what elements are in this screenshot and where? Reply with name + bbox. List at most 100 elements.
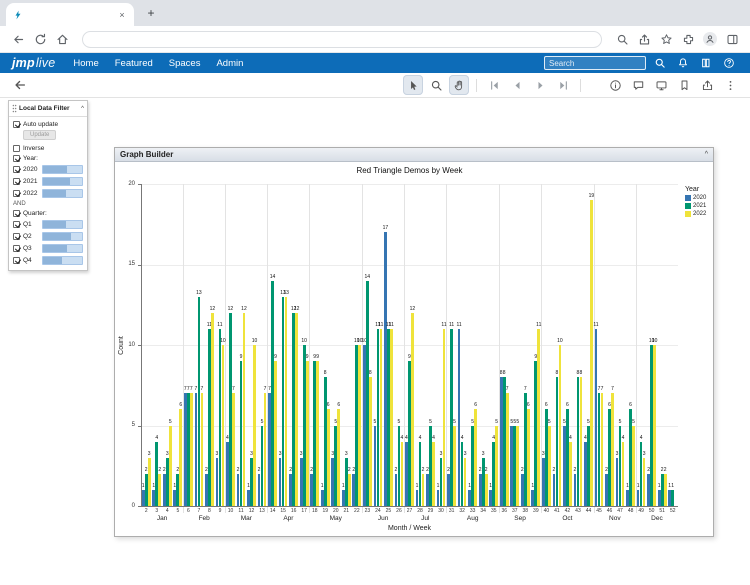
bar[interactable] [316,361,319,506]
hand-tool-button[interactable] [449,75,469,95]
bar[interactable] [485,474,488,506]
nav-item-featured[interactable]: Featured [115,58,153,69]
checkbox[interactable] [13,190,20,197]
collapse-panel-icon[interactable]: ^ [705,151,708,158]
bar[interactable] [622,442,625,506]
library-button[interactable] [697,55,715,71]
filter-item-q4[interactable]: Q4 [9,254,87,266]
bar[interactable] [295,313,298,506]
info-button[interactable] [605,75,625,95]
filter-item-2021[interactable]: 2021 [9,175,87,187]
bar[interactable] [580,377,583,506]
more-options-button[interactable] [720,75,740,95]
new-tab-button[interactable]: + [144,7,158,21]
collapse-filter-icon[interactable]: ^ [81,106,84,112]
bar[interactable] [653,345,656,506]
inverse-checkbox[interactable] [13,145,20,152]
checkbox[interactable] [13,221,20,228]
bar[interactable] [211,313,214,506]
bar[interactable] [495,426,498,507]
nav-item-home[interactable]: Home [73,58,98,69]
filter-count-bar[interactable] [42,256,83,265]
bar[interactable] [169,426,172,507]
bar[interactable] [327,409,330,506]
filter-count-bar[interactable] [42,165,83,174]
present-button[interactable] [651,75,671,95]
bar[interactable] [264,393,267,506]
comments-button[interactable] [628,75,648,95]
bar[interactable] [671,490,674,506]
bar[interactable] [179,409,182,506]
tab-close-icon[interactable]: × [117,10,127,20]
side-panel-button[interactable] [722,29,742,49]
nav-item-admin[interactable]: Admin [216,58,243,69]
bar[interactable] [632,426,635,507]
checkbox[interactable] [13,233,20,240]
auto-update-checkbox[interactable] [13,121,20,128]
bar[interactable] [401,442,404,506]
share-report-button[interactable] [697,75,717,95]
graph-builder-header[interactable]: Graph Builder ^ [115,148,713,162]
first-page-button[interactable] [484,75,504,95]
bar[interactable] [232,393,235,506]
bar[interactable] [548,426,551,507]
bar[interactable] [664,474,667,506]
notifications-button[interactable] [674,55,692,71]
filter-item-2020[interactable]: 2020 [9,163,87,175]
search-button[interactable] [651,55,669,71]
filter-item-q1[interactable]: Q1 [9,218,87,230]
bar[interactable] [506,393,509,506]
bar[interactable] [559,345,562,506]
checkbox[interactable] [13,178,20,185]
extensions-button[interactable] [678,29,698,49]
filter-item-2022[interactable]: 2022 [9,187,87,199]
bar[interactable] [569,442,572,506]
bar[interactable] [443,329,446,506]
bar[interactable] [474,409,477,506]
bar[interactable] [253,345,256,506]
legend-item[interactable]: 2021 [685,203,706,209]
checkbox[interactable] [13,257,20,264]
next-button[interactable] [530,75,550,95]
address-bar[interactable] [82,31,602,48]
bar[interactable] [422,474,425,506]
bar[interactable] [306,361,309,506]
profile-button[interactable] [700,29,720,49]
filter-count-bar[interactable] [42,177,83,186]
checkbox[interactable] [13,245,20,252]
bar[interactable] [243,313,246,506]
bar[interactable] [337,409,340,506]
filter-count-bar[interactable] [42,220,83,229]
bookmark-page-button[interactable] [656,29,676,49]
home-button[interactable] [52,29,72,49]
bar[interactable] [432,442,435,506]
bar[interactable] [464,458,467,506]
legend-item[interactable]: 2022 [685,211,706,217]
update-button[interactable]: Update [23,130,56,140]
legend-item[interactable]: 2020 [685,195,706,201]
browser-tab[interactable]: × [6,3,134,26]
help-button[interactable] [720,55,738,71]
bar[interactable] [148,458,151,506]
bar[interactable] [390,329,393,506]
bar[interactable] [369,377,372,506]
bar[interactable] [411,313,414,506]
reload-button[interactable] [30,29,50,49]
bar[interactable] [601,393,604,506]
bookmark-button[interactable] [674,75,694,95]
filter-count-bar[interactable] [42,244,83,253]
checkbox[interactable] [13,166,20,173]
bar[interactable] [611,393,614,506]
bar[interactable] [348,474,351,506]
previous-button[interactable] [507,75,527,95]
drag-grip-icon[interactable] [12,104,17,113]
page-search-button[interactable] [612,29,632,49]
bar[interactable] [158,474,161,506]
share-button[interactable] [634,29,654,49]
bar[interactable] [201,393,204,506]
navigate-back-button[interactable] [10,75,30,95]
bar[interactable] [285,297,288,506]
last-page-button[interactable] [553,75,573,95]
jmp-live-logo[interactable]: jmplive [12,56,55,70]
filter-item-q2[interactable]: Q2 [9,230,87,242]
